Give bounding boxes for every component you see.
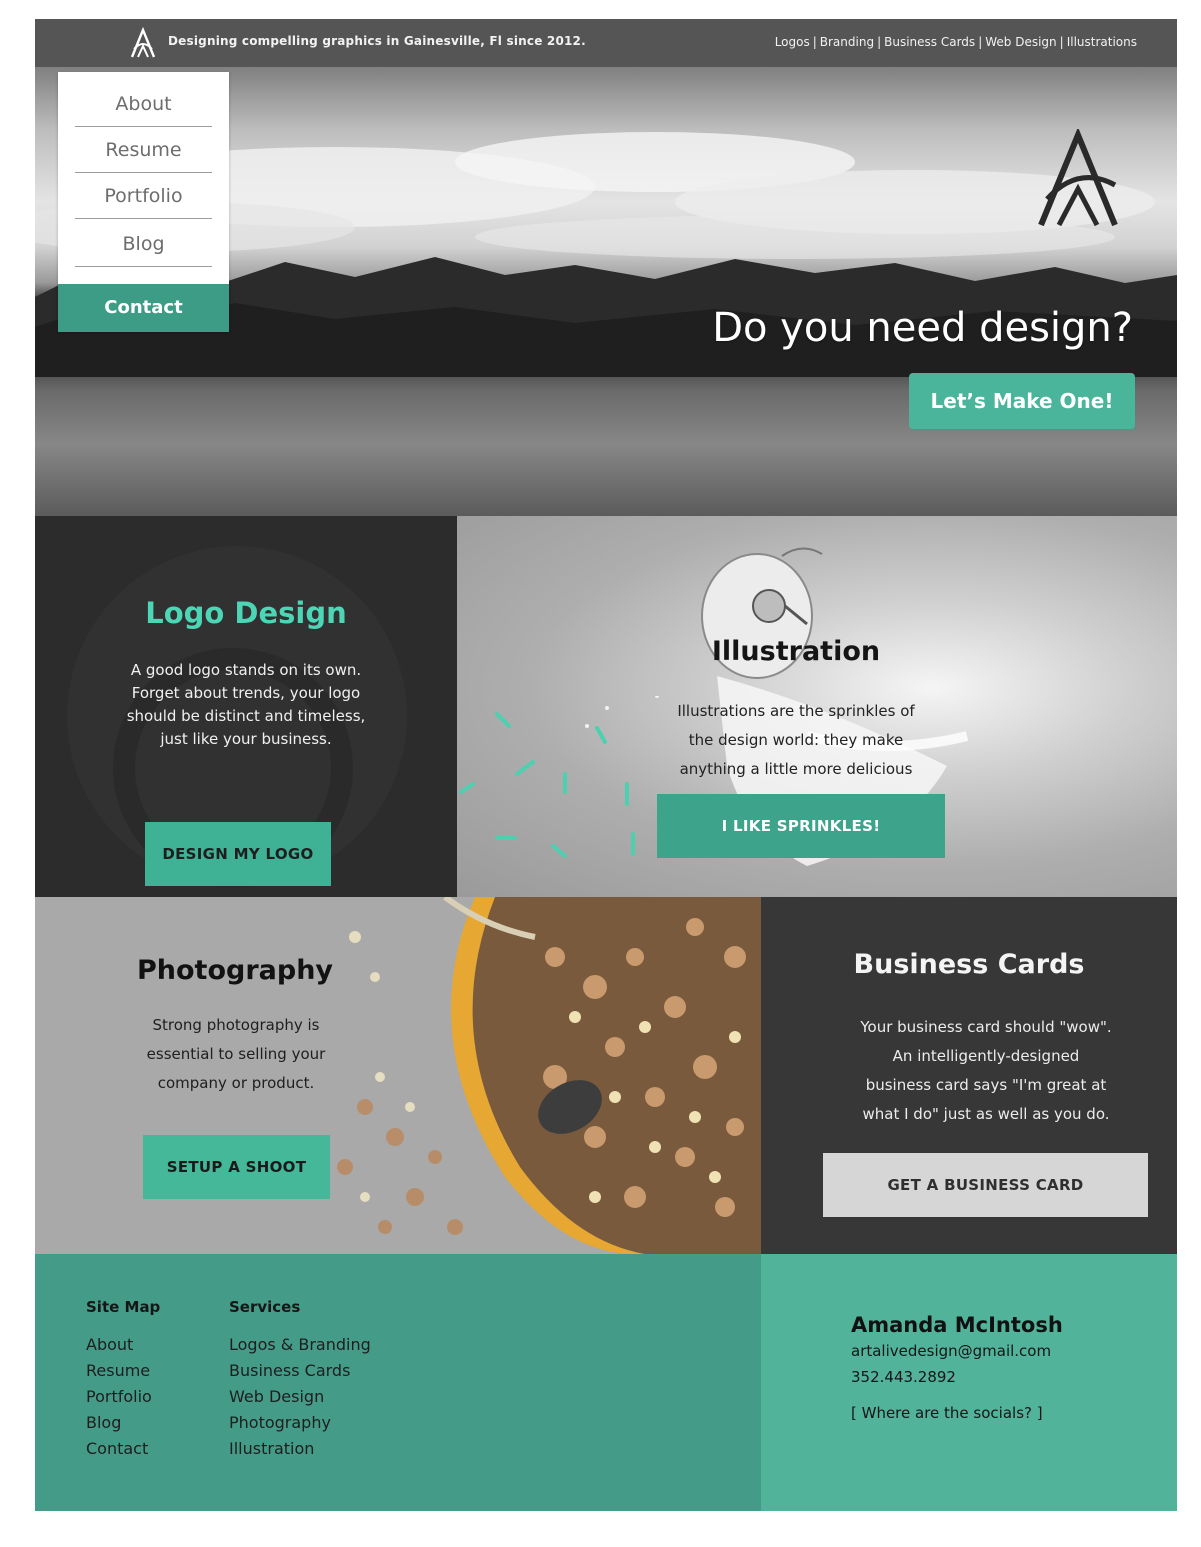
separator: | (978, 35, 983, 49)
socials-placeholder: [ Where are the socials? ] (851, 1404, 1043, 1422)
photography-title: Photography (136, 955, 334, 986)
photography-body: Strong photography is essential to selli… (146, 1016, 326, 1092)
footer-link-business-cards[interactable]: Business Cards (229, 1358, 371, 1384)
nav-item-blog[interactable]: Blog (75, 222, 212, 267)
sitemap-column: Site Map About Resume Portfolio Blog Con… (86, 1298, 160, 1462)
monogram-logo-icon[interactable] (129, 27, 157, 59)
footer-links: Site Map About Resume Portfolio Blog Con… (35, 1254, 761, 1511)
logo-design-body: A good logo stands on its own. Forget ab… (126, 661, 366, 748)
quicklink-logos[interactable]: Logos (775, 35, 810, 49)
footer-link-portfolio[interactable]: Portfolio (86, 1384, 160, 1410)
footer-link-logos-branding[interactable]: Logos & Branding (229, 1332, 371, 1358)
contact-phone[interactable]: 352.443.2892 (851, 1364, 1063, 1390)
logo-design-title: Logo Design (145, 596, 347, 630)
footer-link-resume[interactable]: Resume (86, 1358, 160, 1384)
tagline: Designing compelling graphics in Gainesv… (168, 34, 586, 48)
nav-item-about[interactable]: About (75, 82, 212, 127)
nav-item-contact[interactable]: Contact (58, 284, 229, 332)
illustration-section: Illustration Illustrations are the sprin… (457, 516, 1177, 897)
footer-link-photography[interactable]: Photography (229, 1410, 371, 1436)
main-nav: About Resume Portfolio Blog Contact (58, 72, 229, 332)
contact-name: Amanda McIntosh (851, 1313, 1063, 1337)
quicklink-illustrations[interactable]: Illustrations (1067, 35, 1137, 49)
quicklink-business-cards[interactable]: Business Cards (884, 35, 975, 49)
sprinkles-decoration (459, 696, 659, 858)
top-bar: Designing compelling graphics in Gainesv… (35, 19, 1177, 67)
quicklink-branding[interactable]: Branding (820, 35, 874, 49)
services-heading: Services (229, 1298, 301, 1316)
business-cards-title: Business Cards (853, 949, 1085, 980)
illustration-title: Illustration (711, 636, 881, 667)
footer-link-illustration[interactable]: Illustration (229, 1436, 371, 1462)
footer-contact: Amanda McIntosh artalivedesign@gmail.com… (761, 1254, 1177, 1511)
contact-card: Amanda McIntosh artalivedesign@gmail.com… (851, 1312, 1063, 1422)
nav-item-portfolio[interactable]: Portfolio (75, 174, 212, 219)
design-my-logo-button[interactable]: DESIGN MY LOGO (145, 822, 331, 886)
setup-a-shoot-button[interactable]: SETUP A SHOOT (143, 1135, 330, 1199)
quick-links: Logos | Branding | Business Cards | Web Design… (775, 35, 1137, 49)
separator: | (812, 35, 817, 49)
quicklink-web-design[interactable]: Web Design (985, 35, 1056, 49)
illustration-body: Illustrations are the sprinkles of the d… (677, 702, 915, 778)
nav-item-resume[interactable]: Resume (75, 128, 212, 173)
footer-link-blog[interactable]: Blog (86, 1410, 160, 1436)
get-a-business-card-button[interactable]: GET A BUSINESS CARD (823, 1153, 1148, 1217)
services-column: Services Logos & Branding Business Cards… (229, 1298, 371, 1462)
separator: | (877, 35, 882, 49)
i-like-sprinkles-button[interactable]: I LIKE SPRINKLES! (657, 794, 945, 858)
business-cards-section: Business Cards Your business card should… (761, 897, 1177, 1254)
separator: | (1059, 35, 1064, 49)
brand-logo-icon (1038, 129, 1118, 227)
contact-email[interactable]: artalivedesign@gmail.com (851, 1338, 1063, 1364)
business-cards-body: Your business card should "wow". An inte… (860, 1018, 1112, 1123)
lets-make-one-button[interactable]: Let’s Make One! (909, 373, 1135, 429)
photography-section: Photography Strong photography is essent… (35, 897, 761, 1254)
hero-headline: Do you need design? (712, 305, 1133, 351)
footer-link-contact[interactable]: Contact (86, 1436, 160, 1462)
footer-link-about[interactable]: About (86, 1332, 160, 1358)
logo-design-section: Logo Design A good logo stands on its ow… (35, 516, 457, 897)
footer-link-web-design[interactable]: Web Design (229, 1384, 371, 1410)
sitemap-heading: Site Map (86, 1298, 161, 1316)
